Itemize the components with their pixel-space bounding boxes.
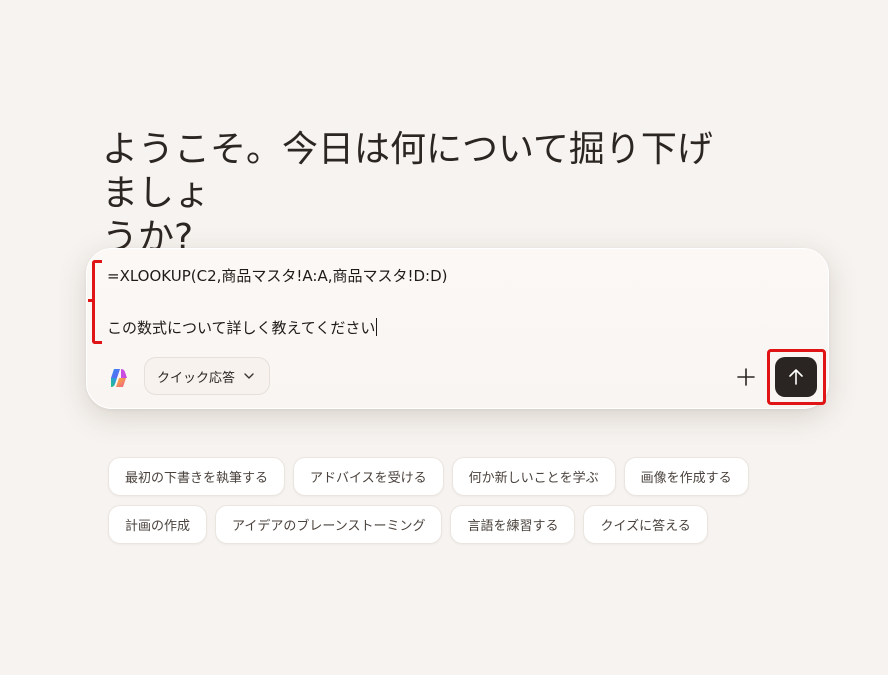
message-line-blank xyxy=(107,289,797,315)
response-mode-dropdown[interactable]: クイック応答 xyxy=(144,357,271,395)
add-attachment-button[interactable] xyxy=(732,363,760,391)
send-button[interactable] xyxy=(775,357,817,397)
suggestion-chips: 最初の下書きを執筆する アドバイスを受ける 何か新しいことを学ぶ 画像を作成する… xyxy=(108,457,768,553)
suggestion-chip-brainstorm[interactable]: アイデアのブレーンストーミング xyxy=(215,505,443,544)
suggestion-chip-quiz[interactable]: クイズに答える xyxy=(583,505,708,544)
input-annotation-bracket xyxy=(88,260,102,344)
message-line-question-text: この数式について詳しく教えてください xyxy=(107,319,376,337)
chevron-down-icon xyxy=(244,373,254,379)
suggestion-row: 最初の下書きを執筆する アドバイスを受ける 何か新しいことを学ぶ 画像を作成する xyxy=(108,457,768,496)
text-caret xyxy=(376,318,378,336)
suggestion-chip-language[interactable]: 言語を練習する xyxy=(450,505,576,544)
response-mode-label: クイック応答 xyxy=(157,370,236,386)
arrow-up-icon xyxy=(789,369,803,385)
suggestion-chip-advice[interactable]: アドバイスを受ける xyxy=(293,457,444,496)
chat-composer: =XLOOKUP(C2,商品マスタ!A:A,商品マスタ!D:D) この数式につい… xyxy=(86,248,829,409)
suggestion-row: 計画の作成 アイデアのブレーンストーミング 言語を練習する クイズに答える xyxy=(108,505,768,544)
message-input[interactable]: =XLOOKUP(C2,商品マスタ!A:A,商品マスタ!D:D) この数式につい… xyxy=(107,263,797,341)
suggestion-chip-learn[interactable]: 何か新しいことを学ぶ xyxy=(451,457,616,496)
welcome-heading-line1: ようこそ。今日は何について掘り下げましょ xyxy=(102,129,713,214)
welcome-heading: ようこそ。今日は何について掘り下げましょ うか? xyxy=(102,128,722,260)
suggestion-chip-image[interactable]: 画像を作成する xyxy=(623,457,749,496)
plus-icon xyxy=(737,368,755,386)
message-line-formula: =XLOOKUP(C2,商品マスタ!A:A,商品マスタ!D:D) xyxy=(107,267,448,285)
suggestion-chip-draft[interactable]: 最初の下書きを執筆する xyxy=(108,457,286,496)
message-line-question: この数式について詳しく教えてください xyxy=(107,315,797,341)
copilot-logo-icon xyxy=(111,369,127,387)
suggestion-chip-plan[interactable]: 計画の作成 xyxy=(108,505,208,544)
